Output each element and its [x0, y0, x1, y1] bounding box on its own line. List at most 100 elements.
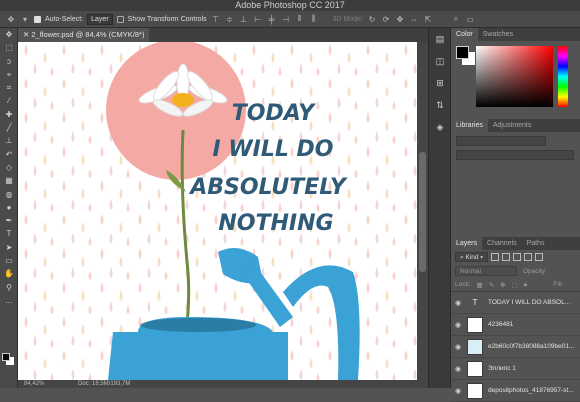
dodge-tool-icon[interactable]: ● [0, 201, 18, 214]
eye-icon[interactable]: ◉ [451, 299, 465, 307]
eye-icon[interactable]: ◉ [451, 321, 465, 329]
brush-tool-icon[interactable]: ╱ [0, 121, 18, 134]
align-middle-icon[interactable]: ≑ [225, 15, 235, 24]
eye-icon[interactable]: ◉ [451, 343, 465, 351]
more-tools-icon[interactable]: … [0, 294, 18, 307]
lock-position-icon[interactable]: ✥ [500, 281, 505, 289]
layer-thumbnail [467, 382, 483, 399]
hand-tool-icon[interactable]: ✋ [0, 267, 18, 280]
scrollbar-thumb[interactable] [419, 152, 426, 272]
align-center-icon[interactable]: ╪ [267, 15, 277, 24]
fill-label: Fill: [553, 281, 564, 288]
paths-panel-icon[interactable]: ⇅ [429, 94, 451, 116]
align-bottom-icon[interactable]: ⊥ [239, 15, 249, 24]
workspace-icon[interactable]: ▭ [465, 15, 475, 24]
lock-pixels-icon[interactable]: ▦ [477, 281, 483, 289]
foreground-color-swatch[interactable] [2, 353, 10, 361]
tab-color[interactable]: Color [451, 28, 478, 41]
type-tool-icon[interactable]: T [0, 227, 18, 240]
layer-name: depositphotos_41876957-st... [488, 387, 574, 394]
lasso-tool-icon[interactable]: ↄ [0, 55, 18, 68]
foreground-color-chip[interactable] [456, 46, 469, 59]
filter-type-icon[interactable] [513, 253, 522, 261]
move-tool-icon[interactable]: ✥ [0, 28, 18, 41]
libraries-panel-tabs: Libraries Adjustments [451, 119, 580, 132]
layer-row[interactable]: ◉ 4236481 [451, 314, 580, 336]
auto-select-checkbox[interactable] [34, 15, 41, 23]
library-dropdown[interactable] [456, 136, 546, 146]
transform-controls-checkbox[interactable] [116, 15, 124, 23]
chevron-down-icon[interactable]: ▾ [20, 15, 30, 24]
marquee-tool-icon[interactable]: ⬚ [0, 41, 18, 54]
tab-libraries[interactable]: Libraries [451, 119, 488, 132]
document-tab[interactable]: ✕ 2_flower.psd @ 84,4% (CMYK/8*) [18, 28, 150, 42]
tab-swatches[interactable]: Swatches [478, 28, 518, 41]
rectangle-tool-icon[interactable]: ▭ [0, 254, 18, 267]
quote-line-1: TODAY [232, 101, 316, 126]
move-tool-icon[interactable]: ✥ [6, 15, 16, 24]
tab-adjustments[interactable]: Adjustments [488, 119, 537, 132]
filter-kind-dropdown[interactable]: ⌕ Kind ▾ [455, 252, 489, 262]
3d-slide-icon[interactable]: ⇔ [409, 15, 419, 24]
blend-mode-dropdown[interactable]: Normal [455, 266, 517, 276]
3d-roll-icon[interactable]: ⟳ [381, 15, 391, 24]
document-tab-label: 2_flower.psd @ 84,4% (CMYK/8*) [31, 30, 145, 39]
path-selection-tool-icon[interactable]: ➤ [0, 241, 18, 254]
color-field[interactable] [476, 46, 553, 107]
auto-select-label: Auto-Select: [45, 15, 84, 23]
tab-channels[interactable]: Channels [482, 237, 522, 250]
hue-slider[interactable] [558, 46, 568, 107]
clone-stamp-tool-icon[interactable]: ⊥ [0, 134, 18, 147]
align-top-icon[interactable]: ⊤ [211, 15, 221, 24]
layer-row[interactable]: ◉ e2b60c0f7b38088a109be01... [451, 336, 580, 358]
healing-brush-tool-icon[interactable]: ✚ [0, 108, 18, 121]
vertical-scrollbar[interactable] [417, 42, 428, 380]
3d-scale-icon[interactable]: ⇱ [423, 15, 433, 24]
properties-panel-icon[interactable]: ◫ [429, 50, 451, 72]
eye-icon[interactable]: ◉ [451, 365, 465, 373]
lock-label: Lock: [455, 281, 471, 288]
zoom-level[interactable]: 84,42% [24, 380, 44, 388]
quick-select-tool-icon[interactable]: ⌖ [0, 68, 18, 81]
align-right-icon[interactable]: ⊣ [281, 15, 291, 24]
3d-drag-icon[interactable]: ✥ [395, 15, 405, 24]
lock-row: Lock: ▦ ✎ ✥ ⬚ 🔒︎ Fill: [451, 278, 580, 292]
layer-name: 4236481 [488, 321, 514, 328]
lock-all-icon[interactable]: 🔒︎ [524, 281, 527, 289]
layers-panel-tabs: Layers Channels Paths [451, 237, 580, 250]
color-panel-tabs: Color Swatches [451, 28, 580, 41]
tab-layers[interactable]: Layers [451, 237, 483, 250]
filter-smart-object-icon[interactable] [535, 253, 544, 261]
search-icon[interactable]: ⌕ [451, 14, 461, 24]
layer-row[interactable]: ◉ depositphotos_41876957-st... [451, 380, 580, 402]
distribute-h-icon[interactable]: ⫼ [309, 14, 319, 24]
filter-adjustment-icon[interactable] [502, 253, 511, 261]
stock-search-input[interactable] [456, 150, 574, 160]
adjustments-panel-icon[interactable]: ⊞ [429, 72, 451, 94]
crop-tool-icon[interactable]: ⌗ [0, 81, 18, 94]
align-left-icon[interactable]: ⊢ [253, 15, 263, 24]
filter-pixel-icon[interactable] [491, 253, 500, 261]
gradient-tool-icon[interactable]: ▦ [0, 174, 18, 187]
layer-row[interactable]: ◉ T TODAY I WILL DO ABSOL... [451, 292, 580, 314]
auto-select-dropdown[interactable]: Layer [87, 13, 113, 25]
lock-brush-icon[interactable]: ✎ [489, 281, 494, 289]
history-panel-icon[interactable]: ▤ [429, 28, 451, 50]
artwork: TODAY I WILL DO ABSOLUTELY NOTHING [18, 42, 417, 380]
layer-row[interactable]: ◉ Эллипс 1 [451, 358, 580, 380]
layer-filter-row: ⌕ Kind ▾ [451, 250, 580, 264]
history-brush-tool-icon[interactable]: ↶ [0, 148, 18, 161]
eyedropper-tool-icon[interactable]: ⁄ [0, 94, 18, 107]
filter-shape-icon[interactable] [524, 253, 533, 261]
distribute-icon[interactable]: ⫴ [295, 14, 305, 24]
3d-panel-icon[interactable]: ◈ [429, 116, 451, 138]
document-canvas[interactable]: TODAY I WILL DO ABSOLUTELY NOTHING [18, 42, 417, 380]
opacity-label: Opacity: [523, 267, 547, 275]
3d-rotate-icon[interactable]: ↻ [367, 15, 377, 24]
tab-paths[interactable]: Paths [522, 237, 550, 250]
lock-artboard-icon[interactable]: ⬚ [512, 281, 518, 289]
blur-tool-icon[interactable]: ◍ [0, 188, 18, 201]
eraser-tool-icon[interactable]: ◇ [0, 161, 18, 174]
pen-tool-icon[interactable]: ✒ [0, 214, 18, 227]
zoom-tool-icon[interactable]: ⚲ [0, 281, 18, 294]
